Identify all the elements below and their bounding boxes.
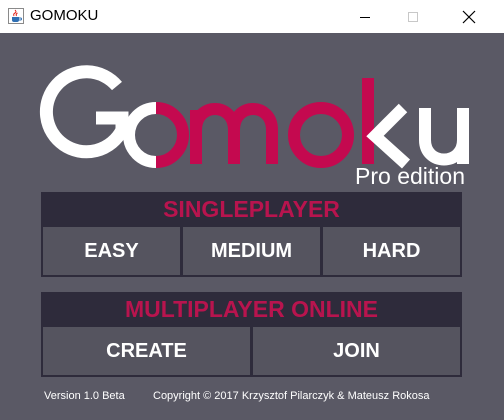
- easy-button[interactable]: EASY: [43, 227, 180, 275]
- java-cup-icon: [8, 8, 24, 24]
- copyright-label: Copyright © 2017 Krzysztof Pilarczyk & M…: [153, 390, 430, 402]
- medium-button[interactable]: MEDIUM: [183, 227, 320, 275]
- multiplayer-buttons: CREATE JOIN: [41, 325, 462, 377]
- close-icon: [462, 10, 476, 23]
- create-button[interactable]: CREATE: [43, 327, 250, 375]
- close-button[interactable]: [446, 0, 492, 33]
- multiplayer-header: MULTIPLAYER ONLINE: [41, 292, 462, 326]
- hard-button[interactable]: HARD: [323, 227, 460, 275]
- maximize-button[interactable]: [390, 0, 436, 33]
- minimize-icon: [360, 16, 370, 18]
- singleplayer-buttons: EASY MEDIUM HARD: [41, 225, 462, 277]
- logo-subtitle: Pro edition: [355, 163, 465, 184]
- game-window: GOMOKU Pro edition SINGLEPLAYER EASY MED…: [0, 0, 504, 420]
- join-button[interactable]: JOIN: [253, 327, 460, 375]
- maximize-icon: [408, 11, 418, 22]
- title-bar[interactable]: GOMOKU: [0, 0, 504, 33]
- main-content: Pro edition SINGLEPLAYER EASY MEDIUM HAR…: [0, 33, 504, 420]
- version-label: Version 1.0 Beta: [44, 390, 125, 402]
- singleplayer-header: SINGLEPLAYER: [41, 192, 462, 226]
- gomoku-logo: Pro edition: [39, 65, 469, 184]
- minimize-button[interactable]: [342, 0, 388, 33]
- window-title: GOMOKU: [30, 7, 99, 24]
